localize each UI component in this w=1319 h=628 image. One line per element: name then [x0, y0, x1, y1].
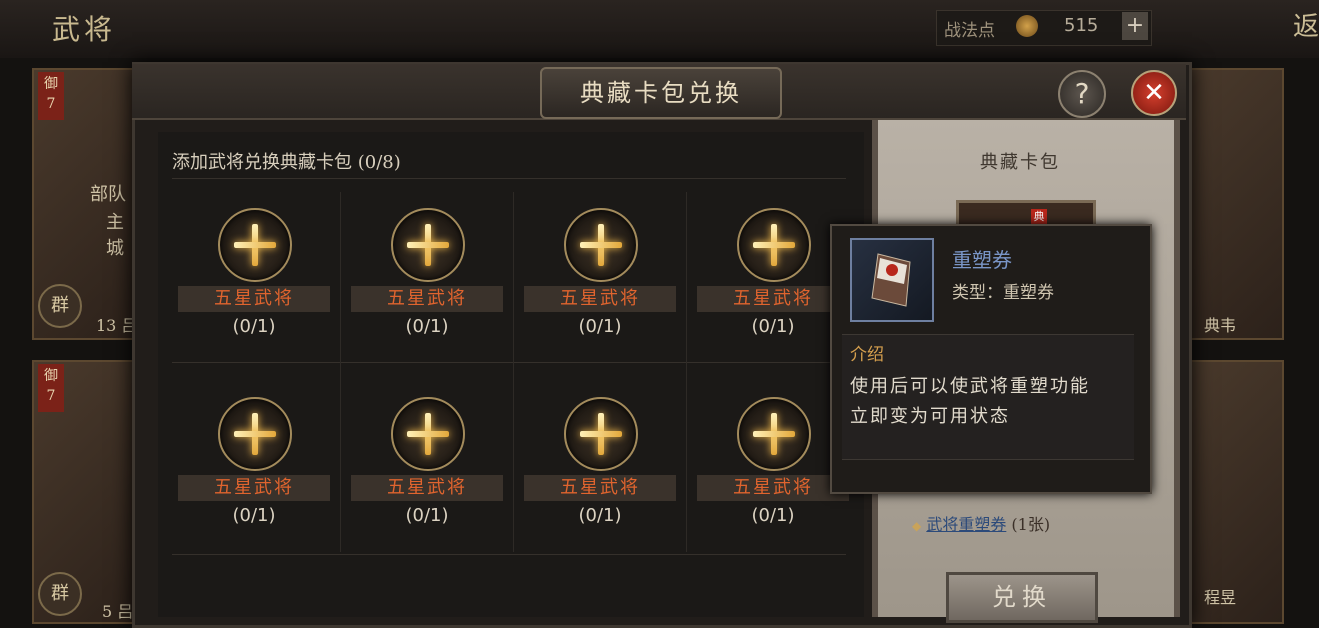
- diamond-icon: ◆: [912, 519, 922, 533]
- divider: [172, 362, 846, 363]
- divider: [340, 192, 341, 552]
- resource-label: 战法点: [944, 21, 995, 41]
- general-slot[interactable]: 五星武将 (0/1): [351, 397, 503, 537]
- back-button[interactable]: 返: [1252, 6, 1319, 48]
- general-slot[interactable]: 五星武将 (0/1): [697, 397, 849, 537]
- add-slot-icon[interactable]: [218, 208, 292, 282]
- close-button[interactable]: ✕: [1131, 70, 1177, 116]
- exchange-button[interactable]: 兑换: [946, 572, 1098, 623]
- reward-item-link[interactable]: 武将重塑券: [926, 515, 1006, 534]
- faction-seal: 群: [38, 284, 82, 328]
- slot-label: 五星武将: [178, 286, 330, 312]
- card-badge: 御 7: [38, 72, 64, 120]
- slot-count: (0/1): [751, 316, 795, 337]
- slot-label: 五星武将: [524, 475, 676, 501]
- general-card-right-bottom[interactable]: 程昱: [1180, 360, 1284, 624]
- general-slot[interactable]: 五星武将 (0/1): [178, 397, 330, 537]
- item-name: 重塑券: [952, 248, 1012, 272]
- intro-heading: 介绍: [850, 345, 884, 365]
- slot-count: (0/1): [578, 316, 622, 337]
- slot-count: (0/1): [578, 505, 622, 526]
- page-title: 武将: [52, 13, 117, 46]
- pack-seal: 典: [1031, 209, 1047, 225]
- slot-label: 五星武将: [178, 475, 330, 501]
- slot-count: (0/1): [751, 505, 795, 526]
- add-slot-icon[interactable]: [218, 397, 292, 471]
- add-resource-button[interactable]: +: [1122, 12, 1148, 40]
- compass-icon: [1016, 15, 1038, 37]
- slot-count: (0/1): [405, 316, 449, 337]
- card-badge: 御 7: [38, 364, 64, 412]
- dialog-title: 典藏卡包兑换: [540, 67, 782, 119]
- divider: [172, 554, 846, 555]
- add-slot-icon[interactable]: [737, 208, 811, 282]
- slot-label: 五星武将: [697, 286, 849, 312]
- slot-panel-title: 添加武将兑换典藏卡包 (0/8): [172, 152, 401, 173]
- card-pack-title: 典藏卡包: [980, 152, 1060, 173]
- add-slot-icon[interactable]: [737, 397, 811, 471]
- add-slot-icon[interactable]: [564, 397, 638, 471]
- card-footer: 程昱: [1204, 588, 1237, 607]
- slot-count: (0/1): [232, 316, 276, 337]
- slot-label: 五星武将: [351, 475, 503, 501]
- slot-label: 五星武将: [524, 286, 676, 312]
- general-slot[interactable]: 五星武将 (0/1): [697, 208, 849, 348]
- general-slot[interactable]: 五星武将 (0/1): [524, 397, 676, 537]
- resource-value: 515: [1064, 15, 1099, 36]
- slot-label: 五星武将: [351, 286, 503, 312]
- reward-quantity: (1张): [1006, 515, 1051, 534]
- add-slot-icon[interactable]: [391, 208, 465, 282]
- reshape-ticket-icon: [850, 238, 934, 322]
- card-footer: 典韦: [1204, 316, 1237, 335]
- slot-label: 五星武将: [697, 475, 849, 501]
- card-text-troop: 部队: [90, 184, 126, 205]
- general-card-left-top[interactable]: 御 7 部队 主城 群 13 吕: [32, 68, 140, 340]
- intro-text-line-2: 立即变为可用状态: [850, 406, 1010, 427]
- add-slot-icon[interactable]: [391, 397, 465, 471]
- faction-seal: 群: [38, 572, 82, 616]
- general-slot[interactable]: 五星武将 (0/1): [178, 208, 330, 348]
- general-card-right-top[interactable]: 典韦: [1180, 68, 1284, 340]
- general-slot[interactable]: 五星武将 (0/1): [524, 208, 676, 348]
- card-footer: 5 吕: [102, 602, 134, 621]
- intro-text-line-1: 使用后可以使武将重塑功能: [850, 376, 1090, 397]
- add-slot-icon[interactable]: [564, 208, 638, 282]
- slot-panel: [158, 132, 864, 617]
- slot-count: (0/1): [232, 505, 276, 526]
- divider: [172, 178, 846, 179]
- general-card-left-bottom[interactable]: 御 7 群 5 吕: [32, 360, 140, 624]
- reward-line: ◆ 武将重塑券 (1张): [912, 511, 1050, 535]
- item-type: 类型：重塑券: [952, 283, 1054, 303]
- divider: [513, 192, 514, 552]
- slot-count: (0/1): [405, 505, 449, 526]
- divider: [686, 192, 687, 552]
- general-slot[interactable]: 五星武将 (0/1): [351, 208, 503, 348]
- help-button[interactable]: ?: [1058, 70, 1106, 118]
